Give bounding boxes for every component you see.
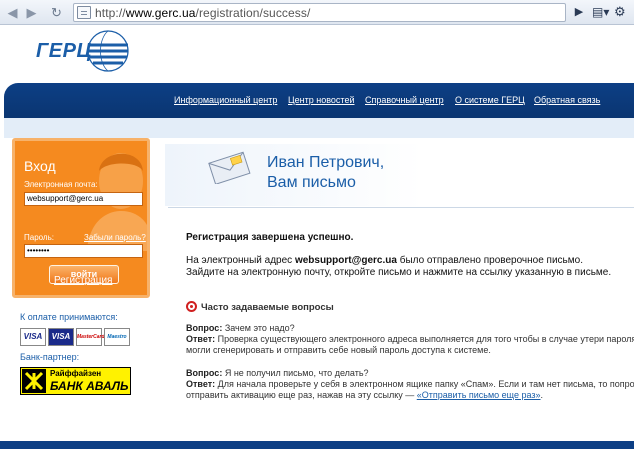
- nav-feedback[interactable]: Обратная связь: [534, 95, 600, 105]
- faq-answer-2: Ответ: Для начала проверьте у себя в эле…: [186, 379, 634, 389]
- greeting-title: Иван Петрович, Вам письмо: [267, 153, 384, 193]
- nav-help-center[interactable]: Справочный центр: [365, 95, 444, 105]
- footer-bar: [0, 441, 634, 449]
- greeting-line2: Вам письмо: [267, 174, 356, 191]
- main-navigation: Информационный центр Центр новостей Спра…: [4, 83, 634, 118]
- bank-partner-label: Банк-партнер:: [20, 352, 80, 362]
- faq-question-1: Вопрос: Зачем это надо?: [186, 323, 295, 333]
- sent-message: На электронный адрес websupport@gerc.ua …: [186, 255, 583, 266]
- visa-card-icon: VISA: [20, 328, 46, 346]
- faq-title: Часто задаваемые вопросы: [201, 302, 334, 313]
- greeting-line1: Иван Петрович,: [267, 154, 385, 171]
- tools-wrench-icon[interactable]: ⚙: [614, 3, 632, 21]
- login-panel: Вход Электронная почта: websupport@gerc.…: [12, 138, 150, 298]
- browser-toolbar: ◀ ▶ ↻ http://www.gerc.ua/registration/su…: [0, 0, 634, 25]
- page-menu-icon[interactable]: ▤▾: [592, 4, 612, 20]
- reload-icon[interactable]: ↻: [47, 3, 66, 22]
- register-link[interactable]: Регистрация: [54, 275, 112, 286]
- faq-answer-2-cont: отправить активацию еще раз, нажав на эт…: [186, 390, 544, 400]
- nav-info-center[interactable]: Информационный центр: [174, 95, 277, 105]
- nav-about[interactable]: О системе ГЕРЦ: [455, 95, 525, 105]
- page-icon: [77, 6, 91, 19]
- raiffeisen-mark-icon: [22, 369, 46, 393]
- bank-name-line1: Райффайзен: [50, 369, 102, 378]
- forgot-password-link[interactable]: Забыли пароль?: [84, 233, 146, 242]
- back-arrow-icon[interactable]: ◀: [3, 3, 22, 22]
- payment-label: К оплате принимаются:: [20, 312, 118, 322]
- mastercard-icon: MasterCard: [76, 328, 105, 346]
- instruction-text: Зайдите на электронную почту, откройте п…: [186, 267, 612, 278]
- logo-text: ГЕРЦ: [36, 40, 92, 62]
- login-title: Вход: [24, 158, 56, 174]
- email-address: websupport@gerc.ua: [294, 255, 397, 266]
- url-text[interactable]: http://www.gerc.ua/registration/success/: [95, 6, 310, 20]
- password-field[interactable]: ••••••••: [24, 244, 143, 258]
- greeting-banner: Иван Петрович, Вам письмо: [165, 144, 634, 206]
- forward-arrow-icon[interactable]: ▶: [22, 3, 41, 22]
- bank-name-line2: БАНК АВАЛЬ: [50, 379, 129, 393]
- divider: [168, 207, 634, 208]
- faq-question-2: Вопрос: Я не получил письмо, что делать?: [186, 368, 369, 378]
- go-icon[interactable]: ▶: [572, 4, 586, 20]
- nav-news-center[interactable]: Центр новостей: [288, 95, 354, 105]
- email-label: Электронная почта:: [24, 180, 98, 189]
- lifebuoy-icon: [186, 301, 197, 312]
- faq-answer-1: Ответ: Проверка существующего электронно…: [186, 334, 634, 344]
- maestro-icon: Maestro: [104, 328, 130, 346]
- resend-email-link[interactable]: «Отправить письмо еще раз»: [417, 390, 541, 400]
- password-label: Пароль:: [24, 233, 54, 242]
- page: ГЕРЦ Информационный центр Центр новостей…: [0, 26, 634, 449]
- subheader-band: [4, 118, 634, 138]
- address-bar[interactable]: http://www.gerc.ua/registration/success/: [73, 3, 566, 22]
- envelope-icon: [208, 151, 251, 184]
- bank-aval-logo[interactable]: Райффайзен БАНК АВАЛЬ: [20, 367, 131, 395]
- faq-answer-1-cont: могли сгенерировать и отправить себе нов…: [186, 345, 491, 355]
- site-logo[interactable]: ГЕРЦ: [30, 27, 129, 82]
- success-heading: Регистрация завершена успешно.: [186, 232, 354, 243]
- visa-electron-card-icon: VISA: [48, 328, 74, 346]
- email-field[interactable]: websupport@gerc.ua: [24, 192, 143, 206]
